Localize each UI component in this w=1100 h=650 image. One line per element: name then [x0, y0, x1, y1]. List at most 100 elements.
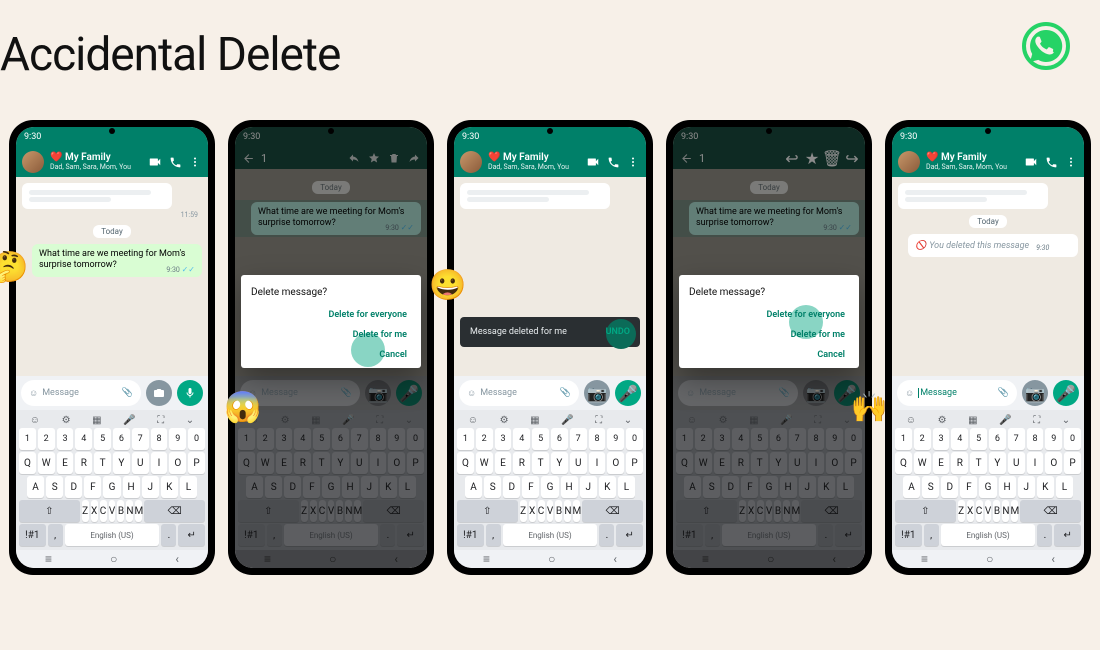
key-T[interactable]: T [532, 452, 549, 474]
key-0[interactable]: 0 [845, 428, 862, 450]
key-A[interactable]: A [903, 476, 920, 498]
key-I[interactable]: I [370, 452, 387, 474]
key-5[interactable]: 5 [313, 428, 330, 450]
key-Z[interactable]: Z [520, 500, 527, 522]
key-Q[interactable]: Q [457, 452, 474, 474]
key-2[interactable]: 2 [257, 428, 274, 450]
key-9[interactable]: 9 [169, 428, 186, 450]
key-N[interactable]: N [1002, 500, 1009, 522]
key-M[interactable]: M [1011, 500, 1018, 522]
key-8[interactable]: 8 [589, 428, 606, 450]
key-M[interactable]: M [135, 500, 142, 522]
keyboard[interactable]: ☺⚙▦🎤⛶⌄ 1234567890 QWERTYUIOP ASDFGHJKL ⇧… [892, 410, 1084, 550]
key-C[interactable]: C [100, 500, 107, 522]
key-F[interactable]: F [522, 476, 539, 498]
key-C[interactable]: C [757, 500, 764, 522]
key-J[interactable]: J [361, 476, 378, 498]
voice-call-icon[interactable] [606, 155, 620, 169]
key-G[interactable]: G [322, 476, 339, 498]
key-0[interactable]: 0 [407, 428, 424, 450]
key-3[interactable]: 3 [933, 428, 950, 450]
key-6[interactable]: 6 [113, 428, 130, 450]
key-Q[interactable]: Q [895, 452, 912, 474]
key-4[interactable]: 4 [951, 428, 968, 450]
key-7[interactable]: 7 [351, 428, 368, 450]
undo-button[interactable]: UNDO [606, 327, 630, 337]
mic-button[interactable] [177, 380, 203, 406]
key-E[interactable]: E [57, 452, 74, 474]
key-6[interactable]: 6 [332, 428, 349, 450]
key-X[interactable]: X [967, 500, 974, 522]
key-F[interactable]: F [741, 476, 758, 498]
key-O[interactable]: O [1045, 452, 1062, 474]
back-icon[interactable] [679, 151, 693, 165]
key-4[interactable]: 4 [513, 428, 530, 450]
key-U[interactable]: U [789, 452, 806, 474]
key-V[interactable]: V [328, 500, 335, 522]
key-5[interactable]: 5 [751, 428, 768, 450]
key-P[interactable]: P [188, 452, 205, 474]
key-S[interactable]: S [265, 476, 282, 498]
camera-button[interactable]: 📷 [1022, 380, 1048, 406]
key-V[interactable]: V [985, 500, 992, 522]
key-R[interactable]: R [732, 452, 749, 474]
key-Y[interactable]: Y [551, 452, 568, 474]
key-L[interactable]: L [1056, 476, 1073, 498]
key-7[interactable]: 7 [1008, 428, 1025, 450]
key-V[interactable]: V [547, 500, 554, 522]
key-K[interactable]: K [818, 476, 835, 498]
key-6[interactable]: 6 [770, 428, 787, 450]
key-E[interactable]: E [714, 452, 731, 474]
selected-message[interactable]: What time are we meeting for Mom's surpr… [689, 202, 859, 235]
key-3[interactable]: 3 [495, 428, 512, 450]
key-B[interactable]: B [993, 500, 1000, 522]
key-6[interactable]: 6 [989, 428, 1006, 450]
key-E[interactable]: E [495, 452, 512, 474]
key-D[interactable]: D [503, 476, 520, 498]
mic-button[interactable]: 🎤 [1053, 380, 1079, 406]
key-W[interactable]: W [914, 452, 931, 474]
key-9[interactable]: 9 [826, 428, 843, 450]
key-8[interactable]: 8 [1027, 428, 1044, 450]
delete-for-me-button[interactable]: Delete for me [349, 328, 411, 342]
key-1[interactable]: 1 [238, 428, 255, 450]
key-J[interactable]: J [580, 476, 597, 498]
key-G[interactable]: G [541, 476, 558, 498]
key-5[interactable]: 5 [532, 428, 549, 450]
key-V[interactable]: V [109, 500, 116, 522]
key-S[interactable]: S [46, 476, 63, 498]
key-O[interactable]: O [826, 452, 843, 474]
video-call-icon[interactable] [148, 155, 162, 169]
group-avatar[interactable] [22, 151, 44, 173]
key-K[interactable]: K [1037, 476, 1054, 498]
key-P[interactable]: P [626, 452, 643, 474]
key-7[interactable]: 7 [132, 428, 149, 450]
key-J[interactable]: J [799, 476, 816, 498]
key-9[interactable]: 9 [388, 428, 405, 450]
key-V[interactable]: V [766, 500, 773, 522]
key-T[interactable]: T [313, 452, 330, 474]
key-Q[interactable]: Q [238, 452, 255, 474]
key-H[interactable]: H [780, 476, 797, 498]
key-M[interactable]: M [792, 500, 799, 522]
key-9[interactable]: 9 [607, 428, 624, 450]
key-S[interactable]: S [703, 476, 720, 498]
key-J[interactable]: J [1018, 476, 1035, 498]
key-O[interactable]: O [169, 452, 186, 474]
key-X[interactable]: X [529, 500, 536, 522]
key-8[interactable]: 8 [808, 428, 825, 450]
key-U[interactable]: U [351, 452, 368, 474]
key-9[interactable]: 9 [1045, 428, 1062, 450]
message-bubble[interactable]: What time are we meeting for Mom's surpr… [32, 244, 202, 277]
star-icon[interactable]: ★ [805, 151, 819, 165]
key-Z[interactable]: Z [82, 500, 89, 522]
star-icon[interactable] [367, 151, 381, 165]
camera-button[interactable] [146, 380, 172, 406]
delete-icon[interactable] [387, 151, 401, 165]
key-1[interactable]: 1 [895, 428, 912, 450]
video-call-icon[interactable] [1024, 155, 1038, 169]
key-8[interactable]: 8 [370, 428, 387, 450]
key-C[interactable]: C [976, 500, 983, 522]
key-R[interactable]: R [294, 452, 311, 474]
key-H[interactable]: H [561, 476, 578, 498]
